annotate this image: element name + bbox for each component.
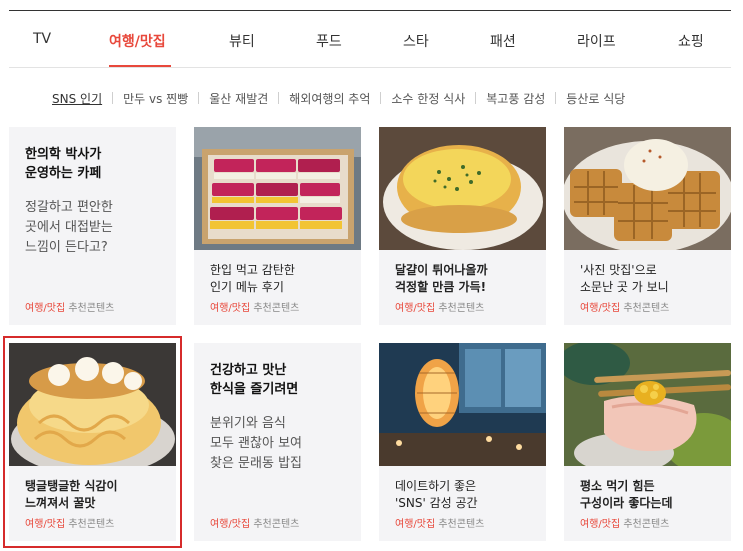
card-source: 추천콘텐츠 <box>253 303 300 314</box>
card-caption: '사진 맛집'으로 소문난 곳 가 보니 <box>580 263 669 294</box>
card-category: 여행/맛집 <box>395 519 436 530</box>
card-source: 추천콘텐츠 <box>623 303 670 314</box>
topic-subnav: SNS 인기 만두 vs 찐빵 울산 재발견 해외여행의 추억 소수 한정 식사… <box>52 89 625 107</box>
card-caption: 탱글탱글한 식감이 느껴져서 꿀맛 <box>25 479 118 510</box>
waffle-image <box>564 127 731 250</box>
content-card[interactable]: 한의학 박사가 운영하는 카페 정갈하고 편안한 곳에서 대접받는 느낌이 든다… <box>9 127 176 325</box>
content-card[interactable]: '사진 맛집'으로 소문난 곳 가 보니 여행/맛집 추천콘텐츠 <box>564 127 731 325</box>
content-card[interactable]: 한입 먹고 감탄한 인기 메뉴 후기 여행/맛집 추천콘텐츠 <box>194 127 361 325</box>
card-description: 정갈하고 편안한 곳에서 대접받는 느낌이 든다고? <box>25 200 113 255</box>
card-meta: 여행/맛집 추천콘텐츠 <box>580 515 669 530</box>
content-card[interactable]: 달걀이 튀어나올까 걱정할 만큼 가득! 여행/맛집 추천콘텐츠 <box>379 127 546 325</box>
card-meta: 여행/맛집 추천콘텐츠 <box>25 299 114 314</box>
card-source: 추천콘텐츠 <box>438 519 485 530</box>
subnav-item-sns[interactable]: SNS 인기 <box>52 90 102 107</box>
subnav-item-ulsan[interactable]: 울산 재발견 <box>209 90 268 107</box>
card-category: 여행/맛집 <box>210 303 251 314</box>
bento-sandwich-image <box>194 127 361 250</box>
card-meta: 여행/맛집 추천콘텐츠 <box>210 515 299 530</box>
card-description: 분위기와 음식 모두 괜찮아 보여 찾은 문래동 밥집 <box>210 416 302 471</box>
card-title: 건강하고 맛난 한식을 즐기려면 <box>210 363 299 397</box>
tab-tv[interactable]: TV <box>33 31 51 47</box>
subnav-item-overseas[interactable]: 해외여행의 추억 <box>289 90 370 107</box>
sashimi-image <box>564 343 731 466</box>
content-card[interactable]: 건강하고 맛난 한식을 즐기려면 분위기와 음식 모두 괜찮아 보여 찾은 문래… <box>194 343 361 541</box>
card-category: 여행/맛집 <box>395 303 436 314</box>
card-caption: 한입 먹고 감탄한 인기 메뉴 후기 <box>210 263 295 294</box>
subnav-item-limited-meal[interactable]: 소수 한정 식사 <box>391 90 465 107</box>
subnav-item-retro[interactable]: 복고풍 감성 <box>486 90 545 107</box>
tab-star[interactable]: 스타 <box>403 31 429 51</box>
subnav-divider <box>112 92 114 104</box>
subnav-divider <box>475 92 477 104</box>
card-source: 추천콘텐츠 <box>68 303 115 314</box>
tab-shopping[interactable]: 쇼핑 <box>678 31 704 51</box>
tab-life[interactable]: 라이프 <box>577 31 616 51</box>
card-meta: 여행/맛집 추천콘텐츠 <box>580 299 669 314</box>
category-tab-bar: TV 여행/맛집 뷰티 푸드 스타 패션 라이프 쇼핑 <box>9 11 731 67</box>
card-source: 추천콘텐츠 <box>623 519 670 530</box>
subnav-divider <box>198 92 200 104</box>
content-card[interactable]: 평소 먹기 힘든 구성이라 좋다는데 여행/맛집 추천콘텐츠 <box>564 343 731 541</box>
subnav-item-dumpling[interactable]: 만두 vs 찐빵 <box>123 90 188 107</box>
card-caption: 달걀이 튀어나올까 걱정할 만큼 가득! <box>395 263 488 294</box>
card-title: 한의학 박사가 운영하는 카페 <box>25 147 102 181</box>
card-source: 추천콘텐츠 <box>438 303 485 314</box>
card-source: 추천콘텐츠 <box>68 519 115 530</box>
card-source: 추천콘텐츠 <box>253 519 300 530</box>
tab-travel-food[interactable]: 여행/맛집 <box>109 31 166 51</box>
card-category: 여행/맛집 <box>210 519 251 530</box>
card-meta: 여행/맛집 추천콘텐츠 <box>25 515 114 530</box>
card-caption: 데이트하기 좋은 'SNS' 감성 공간 <box>395 479 478 510</box>
cream-dessert-image <box>9 343 176 466</box>
tab-food[interactable]: 푸드 <box>316 31 342 51</box>
subnav-item-hiking[interactable]: 등산로 식당 <box>566 90 625 107</box>
card-meta: 여행/맛집 추천콘텐츠 <box>395 299 484 314</box>
tab-fashion[interactable]: 패션 <box>490 31 516 51</box>
cafe-interior-image <box>379 343 546 466</box>
content-card[interactable]: 탱글탱글한 식감이 느껴져서 꿀맛 여행/맛집 추천콘텐츠 <box>9 343 176 541</box>
card-category: 여행/맛집 <box>25 303 66 314</box>
egg-toast-image <box>379 127 546 250</box>
tab-beauty[interactable]: 뷰티 <box>229 31 255 51</box>
subnav-divider <box>555 92 557 104</box>
card-category: 여행/맛집 <box>580 519 621 530</box>
subnav-divider <box>278 92 280 104</box>
content-card[interactable]: 데이트하기 좋은 'SNS' 감성 공간 여행/맛집 추천콘텐츠 <box>379 343 546 541</box>
card-category: 여행/맛집 <box>580 303 621 314</box>
card-caption: 평소 먹기 힘든 구성이라 좋다는데 <box>580 479 673 510</box>
card-meta: 여행/맛집 추천콘텐츠 <box>395 515 484 530</box>
tab-divider <box>9 67 731 68</box>
subnav-divider <box>380 92 382 104</box>
card-meta: 여행/맛집 추천콘텐츠 <box>210 299 299 314</box>
card-category: 여행/맛집 <box>25 519 66 530</box>
